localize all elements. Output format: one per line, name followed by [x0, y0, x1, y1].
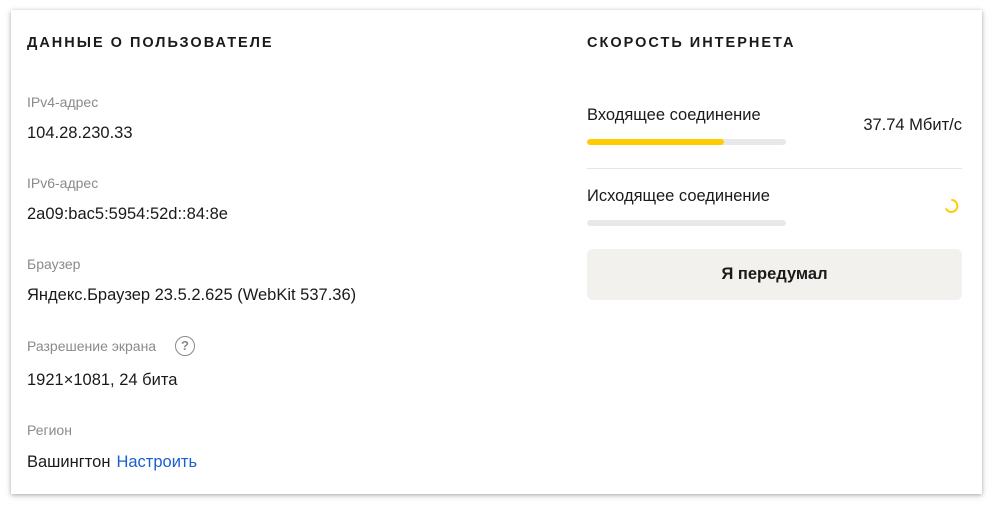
ipv6-label: IPv6-адрес: [27, 175, 99, 191]
upload-label: Исходящее соединение: [587, 187, 770, 205]
ipv4-label: IPv4-адрес: [27, 94, 99, 110]
user-info-title: ДАННЫЕ О ПОЛЬЗОВАТЕЛЕ: [27, 35, 274, 51]
download-label: Входящее соединение: [587, 106, 761, 124]
download-progress-bar: [587, 139, 786, 145]
region-row: Вашингтон Настроить: [27, 453, 197, 472]
screen-resolution-value: 1921×1081, 24 бита: [27, 371, 178, 389]
download-speed-value: 37.74 Мбит/с: [863, 116, 962, 134]
region-value: Вашингтон: [27, 453, 111, 471]
divider: [587, 168, 962, 169]
loading-spinner-icon: [945, 199, 959, 213]
download-progress-fill: [587, 139, 725, 145]
speed-title: СКОРОСТЬ ИНТЕРНЕТА: [587, 35, 796, 51]
browser-label: Браузер: [27, 256, 81, 272]
cancel-test-button[interactable]: Я передумал: [587, 249, 962, 300]
network-info-card: ДАННЫЕ О ПОЛЬЗОВАТЕЛЕ IPv4-адрес 104.28.…: [11, 10, 982, 494]
question-circle-icon[interactable]: ?: [175, 336, 195, 356]
upload-progress-bar: [587, 220, 786, 226]
browser-value: Яндекс.Браузер 23.5.2.625 (WebKit 537.36…: [27, 286, 357, 304]
ipv4-value: 104.28.230.33: [27, 124, 133, 142]
region-label: Регион: [27, 422, 72, 438]
ipv6-value: 2a09:bac5:5954:52d::84:8e: [27, 205, 228, 223]
region-configure-link[interactable]: Настроить: [116, 453, 197, 471]
screen-resolution-label: Разрешение экрана: [27, 338, 157, 354]
